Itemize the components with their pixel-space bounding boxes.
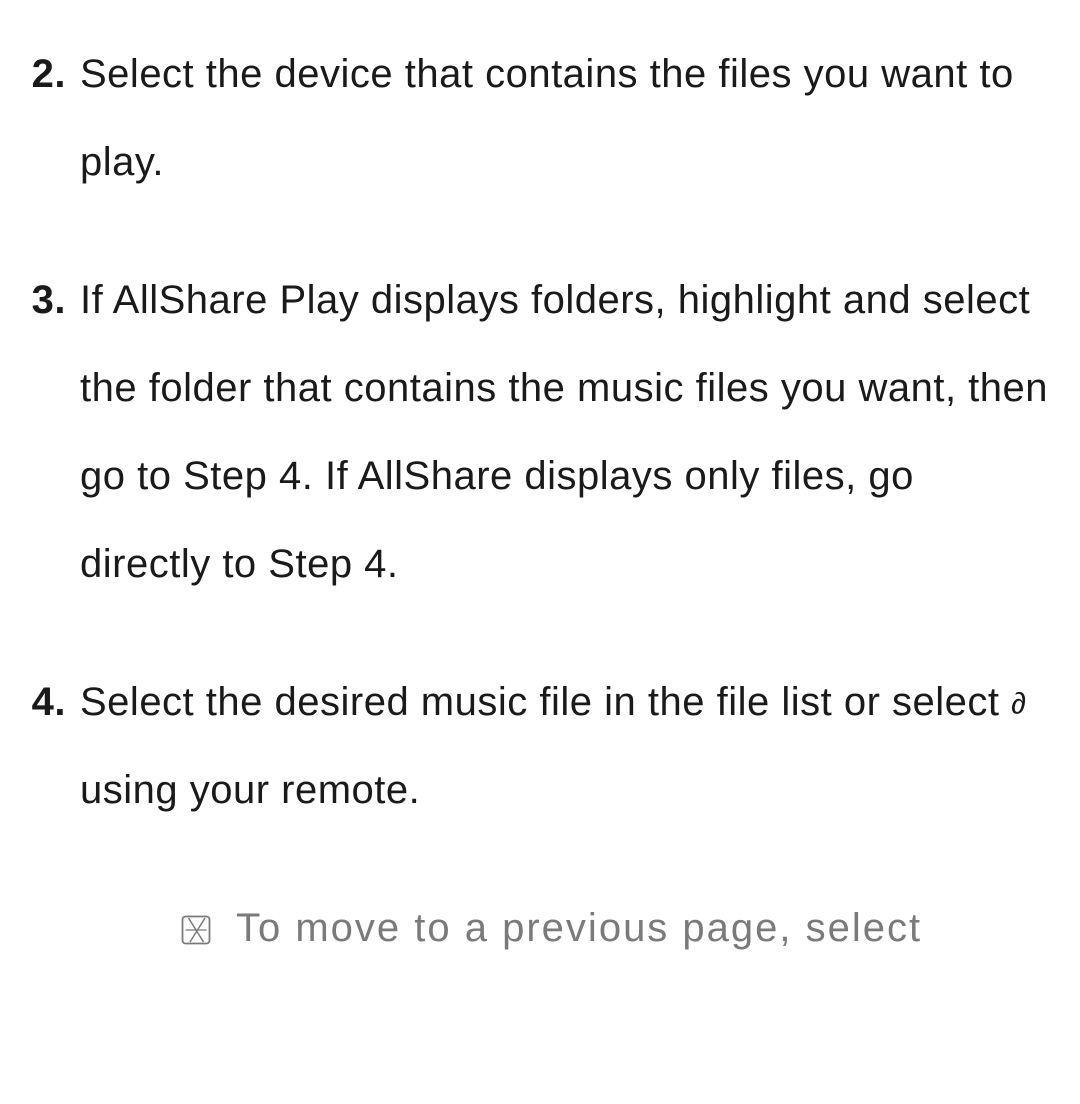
note: To move to a previous page, select [20,884,1060,972]
step-3: 3. If AllShare Play displays folders, hi… [20,256,1060,608]
step-text: If AllShare Play displays folders, highl… [80,256,1060,608]
step-marker: 4. [20,658,80,834]
step-marker: 3. [20,256,80,608]
step-text: Select the device that contains the file… [80,30,1060,206]
step-text-after: using your remote. [80,768,420,812]
note-text: To move to a previous page, select [236,884,1060,972]
play-icon: ∂ [1011,687,1026,720]
step-2: 2. Select the device that contains the f… [20,30,1060,206]
step-4: 4. Select the desired music file in the … [20,658,1060,834]
note-icon [178,884,236,972]
step-text: Select the desired music file in the fil… [80,658,1060,834]
step-text-before: Select the desired music file in the fil… [80,680,1011,724]
step-marker: 2. [20,30,80,206]
